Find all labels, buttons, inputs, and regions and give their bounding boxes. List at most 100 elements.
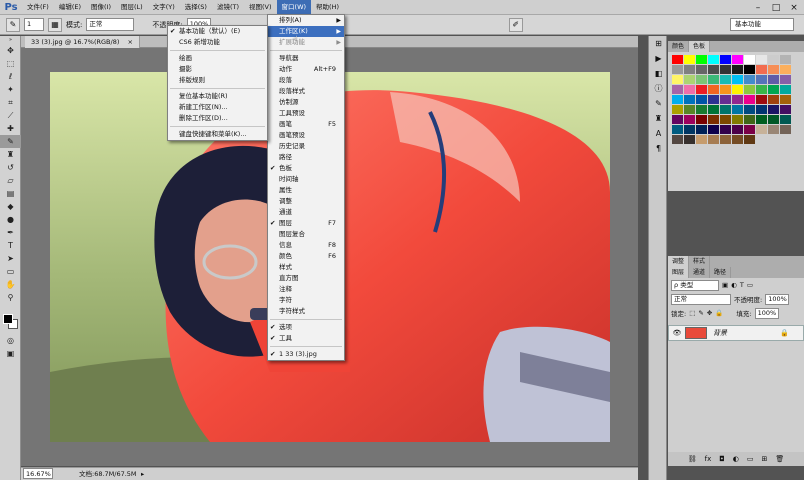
swatch-46[interactable] — [744, 95, 755, 104]
delete-layer-icon[interactable]: 🗑 — [775, 455, 784, 463]
swatch-25[interactable] — [732, 75, 743, 84]
lock-paint-icon[interactable]: ✎ — [698, 309, 703, 317]
swatch-81[interactable] — [684, 135, 695, 144]
swatch-64[interactable] — [720, 115, 731, 124]
swatch-12[interactable] — [696, 65, 707, 74]
swatch-58[interactable] — [768, 105, 779, 114]
info-icon[interactable]: ⓘ — [649, 81, 668, 96]
swatch-43[interactable] — [708, 95, 719, 104]
menu-item[interactable]: ✔ 图层 F7 — [268, 218, 344, 229]
menu-item[interactable]: 通道 — [268, 207, 344, 218]
document-tab[interactable]: 33 (3).jpg @ 16.7%(RGB/8) × — [25, 36, 140, 48]
menu-item[interactable]: ✔ 色板 — [268, 163, 344, 174]
layer-style-icon[interactable]: fx — [705, 455, 712, 463]
menu-2[interactable]: 图像(I) — [86, 0, 116, 15]
swatch-63[interactable] — [708, 115, 719, 124]
swatch-65[interactable] — [732, 115, 743, 124]
swatch-72[interactable] — [696, 125, 707, 134]
swatch-17[interactable] — [756, 65, 767, 74]
zoom-tool-icon[interactable]: ⚲ — [0, 291, 21, 304]
swatch-67[interactable] — [756, 115, 767, 124]
menu-1[interactable]: 编辑(E) — [54, 0, 86, 15]
swatch-76[interactable] — [744, 125, 755, 134]
lock-all-icon[interactable]: 🔒 — [715, 309, 723, 317]
swatch-13[interactable] — [708, 65, 719, 74]
filter-shape-icon[interactable]: ▭ — [747, 281, 753, 289]
swatch-35[interactable] — [732, 85, 743, 94]
tab-swatches[interactable]: 色板 — [689, 41, 711, 52]
menu-item[interactable]: 摄影 — [168, 64, 267, 75]
tab-color[interactable]: 颜色 — [668, 41, 690, 52]
menu-item[interactable]: 直方图 — [268, 273, 344, 284]
swatch-4[interactable] — [720, 55, 731, 64]
menu-item[interactable]: 字符样式 — [268, 306, 344, 317]
crop-tool-icon[interactable]: ⌗ — [0, 96, 21, 109]
close-button[interactable]: × — [786, 0, 802, 15]
brush-preset-icon[interactable]: ✎ — [649, 96, 668, 111]
status-menu-arrow-icon[interactable]: ▸ — [141, 468, 144, 480]
menu-item[interactable]: ✔ 1 33 (3).jpg — [268, 349, 344, 360]
actions-play-icon[interactable]: ▶ — [649, 51, 668, 66]
color-swatches[interactable] — [0, 312, 20, 334]
gradient-tool-icon[interactable]: ▤ — [0, 187, 21, 200]
swatch-22[interactable] — [696, 75, 707, 84]
swatch-21[interactable] — [684, 75, 695, 84]
layer-opacity-field[interactable]: 100% — [765, 293, 790, 305]
menu-item[interactable]: 信息 F8 — [268, 240, 344, 251]
swatch-56[interactable] — [744, 105, 755, 114]
zoom-field[interactable]: 16.67% — [23, 468, 53, 479]
swatch-23[interactable] — [708, 75, 719, 84]
swatch-55[interactable] — [732, 105, 743, 114]
type-tool-icon[interactable]: T — [0, 239, 21, 252]
menu-item[interactable]: 复位基本功能(R) — [168, 91, 267, 102]
minimize-button[interactable]: – — [750, 0, 766, 15]
character-icon[interactable]: A — [649, 126, 668, 141]
menu-item[interactable]: 颜色 F6 — [268, 251, 344, 262]
menu-item[interactable]: 路径 — [268, 152, 344, 163]
menu-6[interactable]: 滤镜(T) — [212, 0, 244, 15]
swatch-41[interactable] — [684, 95, 695, 104]
menu-item[interactable]: 调整 — [268, 196, 344, 207]
menu-item[interactable]: 动作 Alt+F9 — [268, 64, 344, 75]
swatch-0[interactable] — [672, 55, 683, 64]
marquee-tool-icon[interactable]: ⬚ — [0, 57, 21, 70]
tab-adjustments[interactable]: 调整 — [668, 256, 690, 267]
menu-8[interactable]: 窗口(W) — [276, 0, 312, 15]
hand-tool-icon[interactable]: ✋ — [0, 278, 21, 291]
menu-item[interactable]: 画笔预设 — [268, 130, 344, 141]
swatch-50[interactable] — [672, 105, 683, 114]
swatch-82[interactable] — [696, 135, 707, 144]
swatch-78[interactable] — [768, 125, 779, 134]
menu-item[interactable]: 时间轴 — [268, 174, 344, 185]
menu-item[interactable]: ✔ 基本功能（默认）(E) — [168, 26, 267, 37]
quick-mask-icon[interactable]: ◎ — [0, 334, 21, 347]
swatch-51[interactable] — [684, 105, 695, 114]
move-tool-icon[interactable]: ✥ — [0, 44, 21, 57]
menu-item[interactable]: 属性 — [268, 185, 344, 196]
blend-mode-select[interactable]: 正常 — [671, 293, 731, 305]
menu-item[interactable]: 字符 — [268, 295, 344, 306]
swatch-14[interactable] — [720, 65, 731, 74]
swatch-9[interactable] — [780, 55, 791, 64]
workspace-select[interactable]: 基本功能 — [730, 18, 794, 31]
collapse-icon[interactable]: » — [0, 36, 21, 44]
swatch-68[interactable] — [768, 115, 779, 124]
swatch-11[interactable] — [684, 65, 695, 74]
swatch-3[interactable] — [708, 55, 719, 64]
swatch-45[interactable] — [732, 95, 743, 104]
swatch-70[interactable] — [672, 125, 683, 134]
swatch-33[interactable] — [708, 85, 719, 94]
lock-move-icon[interactable]: ✥ — [707, 309, 712, 317]
layer-row-background[interactable]: 👁 背景 🔒 — [668, 325, 804, 341]
path-select-tool-icon[interactable]: ➤ — [0, 252, 21, 265]
menu-item[interactable]: 工作区(K) ▶ — [268, 26, 344, 37]
swatch-49[interactable] — [780, 95, 791, 104]
menu-item[interactable]: CS6 新增功能 — [168, 37, 267, 48]
swatch-32[interactable] — [696, 85, 707, 94]
swatch-37[interactable] — [756, 85, 767, 94]
swatch-29[interactable] — [780, 75, 791, 84]
swatch-84[interactable] — [720, 135, 731, 144]
swatch-24[interactable] — [720, 75, 731, 84]
swatch-54[interactable] — [720, 105, 731, 114]
swatch-83[interactable] — [708, 135, 719, 144]
